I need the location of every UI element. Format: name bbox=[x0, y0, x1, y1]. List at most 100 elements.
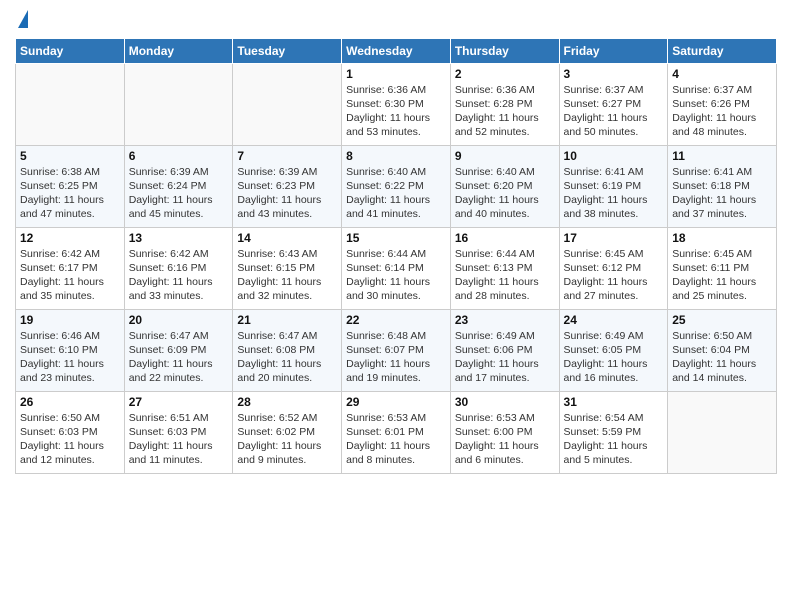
day-info: Sunrise: 6:37 AMSunset: 6:26 PMDaylight:… bbox=[672, 83, 772, 140]
week-row-5: 26 Sunrise: 6:50 AMSunset: 6:03 PMDayligh… bbox=[16, 391, 777, 473]
day-info: Sunrise: 6:40 AMSunset: 6:20 PMDaylight:… bbox=[455, 165, 555, 222]
day-info: Sunrise: 6:38 AMSunset: 6:25 PMDaylight:… bbox=[20, 165, 120, 222]
day-info: Sunrise: 6:37 AMSunset: 6:27 PMDaylight:… bbox=[564, 83, 664, 140]
calendar-cell: 2 Sunrise: 6:36 AMSunset: 6:28 PMDaylight… bbox=[450, 63, 559, 145]
day-number: 21 bbox=[237, 313, 337, 327]
calendar-cell: 17 Sunrise: 6:45 AMSunset: 6:12 PMDayligh… bbox=[559, 227, 668, 309]
day-number: 18 bbox=[672, 231, 772, 245]
day-number: 22 bbox=[346, 313, 446, 327]
calendar-cell: 16 Sunrise: 6:44 AMSunset: 6:13 PMDayligh… bbox=[450, 227, 559, 309]
day-number: 2 bbox=[455, 67, 555, 81]
day-number: 4 bbox=[672, 67, 772, 81]
day-info: Sunrise: 6:42 AMSunset: 6:16 PMDaylight:… bbox=[129, 247, 229, 304]
day-info: Sunrise: 6:40 AMSunset: 6:22 PMDaylight:… bbox=[346, 165, 446, 222]
day-info: Sunrise: 6:54 AMSunset: 5:59 PMDaylight:… bbox=[564, 411, 664, 468]
day-number: 28 bbox=[237, 395, 337, 409]
day-number: 25 bbox=[672, 313, 772, 327]
calendar-cell: 12Sunrise: 6:42 AMSunset: 6:17 PMDayligh… bbox=[16, 227, 125, 309]
calendar-header-row: SundayMondayTuesdayWednesdayThursdayFrid… bbox=[16, 38, 777, 63]
calendar-cell: 28 Sunrise: 6:52 AMSunset: 6:02 PMDayligh… bbox=[233, 391, 342, 473]
calendar-cell: 20Sunrise: 6:47 AMSunset: 6:09 PMDayligh… bbox=[124, 309, 233, 391]
week-row-4: 19 Sunrise: 6:46 AMSunset: 6:10 PMDayligh… bbox=[16, 309, 777, 391]
calendar-cell: 31 Sunrise: 6:54 AMSunset: 5:59 PMDayligh… bbox=[559, 391, 668, 473]
week-row-1: 1 Sunrise: 6:36 AMSunset: 6:30 PMDaylight… bbox=[16, 63, 777, 145]
day-number: 10 bbox=[564, 149, 664, 163]
calendar-cell: 10 Sunrise: 6:41 AMSunset: 6:19 PMDayligh… bbox=[559, 145, 668, 227]
page: SundayMondayTuesdayWednesdayThursdayFrid… bbox=[0, 0, 792, 612]
calendar-cell: 13 Sunrise: 6:42 AMSunset: 6:16 PMDayligh… bbox=[124, 227, 233, 309]
calendar-header-wednesday: Wednesday bbox=[342, 38, 451, 63]
day-info: Sunrise: 6:41 AMSunset: 6:19 PMDaylight:… bbox=[564, 165, 664, 222]
day-number: 19 bbox=[20, 313, 120, 327]
header bbox=[15, 10, 777, 30]
day-info: Sunrise: 6:50 AMSunset: 6:03 PMDaylight:… bbox=[20, 411, 120, 468]
day-info: Sunrise: 6:46 AMSunset: 6:10 PMDaylight:… bbox=[20, 329, 120, 386]
day-info: Sunrise: 6:45 AMSunset: 6:12 PMDaylight:… bbox=[564, 247, 664, 304]
day-info: Sunrise: 6:45 AMSunset: 6:11 PMDaylight:… bbox=[672, 247, 772, 304]
calendar-cell: 1 Sunrise: 6:36 AMSunset: 6:30 PMDaylight… bbox=[342, 63, 451, 145]
day-info: Sunrise: 6:41 AMSunset: 6:18 PMDaylight:… bbox=[672, 165, 772, 222]
calendar-cell: 26 Sunrise: 6:50 AMSunset: 6:03 PMDayligh… bbox=[16, 391, 125, 473]
logo-triangle-icon bbox=[18, 10, 28, 28]
calendar-cell: 14Sunrise: 6:43 AMSunset: 6:15 PMDayligh… bbox=[233, 227, 342, 309]
week-row-2: 5 Sunrise: 6:38 AMSunset: 6:25 PMDaylight… bbox=[16, 145, 777, 227]
day-number: 24 bbox=[564, 313, 664, 327]
day-info: Sunrise: 6:39 AMSunset: 6:24 PMDaylight:… bbox=[129, 165, 229, 222]
calendar-cell: 29 Sunrise: 6:53 AMSunset: 6:01 PMDayligh… bbox=[342, 391, 451, 473]
calendar-cell: 5 Sunrise: 6:38 AMSunset: 6:25 PMDaylight… bbox=[16, 145, 125, 227]
day-number: 30 bbox=[455, 395, 555, 409]
day-info: Sunrise: 6:36 AMSunset: 6:30 PMDaylight:… bbox=[346, 83, 446, 140]
day-number: 5 bbox=[20, 149, 120, 163]
calendar-cell: 21Sunrise: 6:47 AMSunset: 6:08 PMDayligh… bbox=[233, 309, 342, 391]
day-info: Sunrise: 6:49 AMSunset: 6:05 PMDaylight:… bbox=[564, 329, 664, 386]
calendar-header-friday: Friday bbox=[559, 38, 668, 63]
day-number: 1 bbox=[346, 67, 446, 81]
calendar-cell: 25 Sunrise: 6:50 AMSunset: 6:04 PMDayligh… bbox=[668, 309, 777, 391]
day-number: 23 bbox=[455, 313, 555, 327]
day-number: 9 bbox=[455, 149, 555, 163]
day-number: 15 bbox=[346, 231, 446, 245]
day-info: Sunrise: 6:44 AMSunset: 6:13 PMDaylight:… bbox=[455, 247, 555, 304]
day-info: Sunrise: 6:53 AMSunset: 6:00 PMDaylight:… bbox=[455, 411, 555, 468]
logo bbox=[15, 10, 28, 30]
day-number: 14 bbox=[237, 231, 337, 245]
logo-text bbox=[15, 10, 28, 30]
calendar-cell bbox=[16, 63, 125, 145]
calendar-cell: 22 Sunrise: 6:48 AMSunset: 6:07 PMDayligh… bbox=[342, 309, 451, 391]
day-info: Sunrise: 6:51 AMSunset: 6:03 PMDaylight:… bbox=[129, 411, 229, 468]
calendar-cell: 3 Sunrise: 6:37 AMSunset: 6:27 PMDaylight… bbox=[559, 63, 668, 145]
day-info: Sunrise: 6:49 AMSunset: 6:06 PMDaylight:… bbox=[455, 329, 555, 386]
day-number: 16 bbox=[455, 231, 555, 245]
calendar-header-sunday: Sunday bbox=[16, 38, 125, 63]
calendar-cell bbox=[124, 63, 233, 145]
calendar-cell: 30 Sunrise: 6:53 AMSunset: 6:00 PMDayligh… bbox=[450, 391, 559, 473]
day-number: 27 bbox=[129, 395, 229, 409]
calendar-cell: 9 Sunrise: 6:40 AMSunset: 6:20 PMDaylight… bbox=[450, 145, 559, 227]
day-number: 29 bbox=[346, 395, 446, 409]
calendar-cell: 27 Sunrise: 6:51 AMSunset: 6:03 PMDayligh… bbox=[124, 391, 233, 473]
day-number: 31 bbox=[564, 395, 664, 409]
calendar-header-saturday: Saturday bbox=[668, 38, 777, 63]
calendar-header-tuesday: Tuesday bbox=[233, 38, 342, 63]
calendar-cell bbox=[233, 63, 342, 145]
day-info: Sunrise: 6:48 AMSunset: 6:07 PMDaylight:… bbox=[346, 329, 446, 386]
calendar-cell: 4 Sunrise: 6:37 AMSunset: 6:26 PMDaylight… bbox=[668, 63, 777, 145]
day-number: 8 bbox=[346, 149, 446, 163]
day-number: 17 bbox=[564, 231, 664, 245]
day-number: 3 bbox=[564, 67, 664, 81]
day-info: Sunrise: 6:53 AMSunset: 6:01 PMDaylight:… bbox=[346, 411, 446, 468]
day-number: 26 bbox=[20, 395, 120, 409]
week-row-3: 12Sunrise: 6:42 AMSunset: 6:17 PMDayligh… bbox=[16, 227, 777, 309]
day-info: Sunrise: 6:36 AMSunset: 6:28 PMDaylight:… bbox=[455, 83, 555, 140]
day-info: Sunrise: 6:50 AMSunset: 6:04 PMDaylight:… bbox=[672, 329, 772, 386]
calendar-header-thursday: Thursday bbox=[450, 38, 559, 63]
day-info: Sunrise: 6:52 AMSunset: 6:02 PMDaylight:… bbox=[237, 411, 337, 468]
day-number: 13 bbox=[129, 231, 229, 245]
day-number: 11 bbox=[672, 149, 772, 163]
day-info: Sunrise: 6:47 AMSunset: 6:09 PMDaylight:… bbox=[129, 329, 229, 386]
calendar-cell: 24 Sunrise: 6:49 AMSunset: 6:05 PMDayligh… bbox=[559, 309, 668, 391]
day-number: 7 bbox=[237, 149, 337, 163]
day-number: 6 bbox=[129, 149, 229, 163]
calendar-cell: 11 Sunrise: 6:41 AMSunset: 6:18 PMDayligh… bbox=[668, 145, 777, 227]
calendar-header-monday: Monday bbox=[124, 38, 233, 63]
